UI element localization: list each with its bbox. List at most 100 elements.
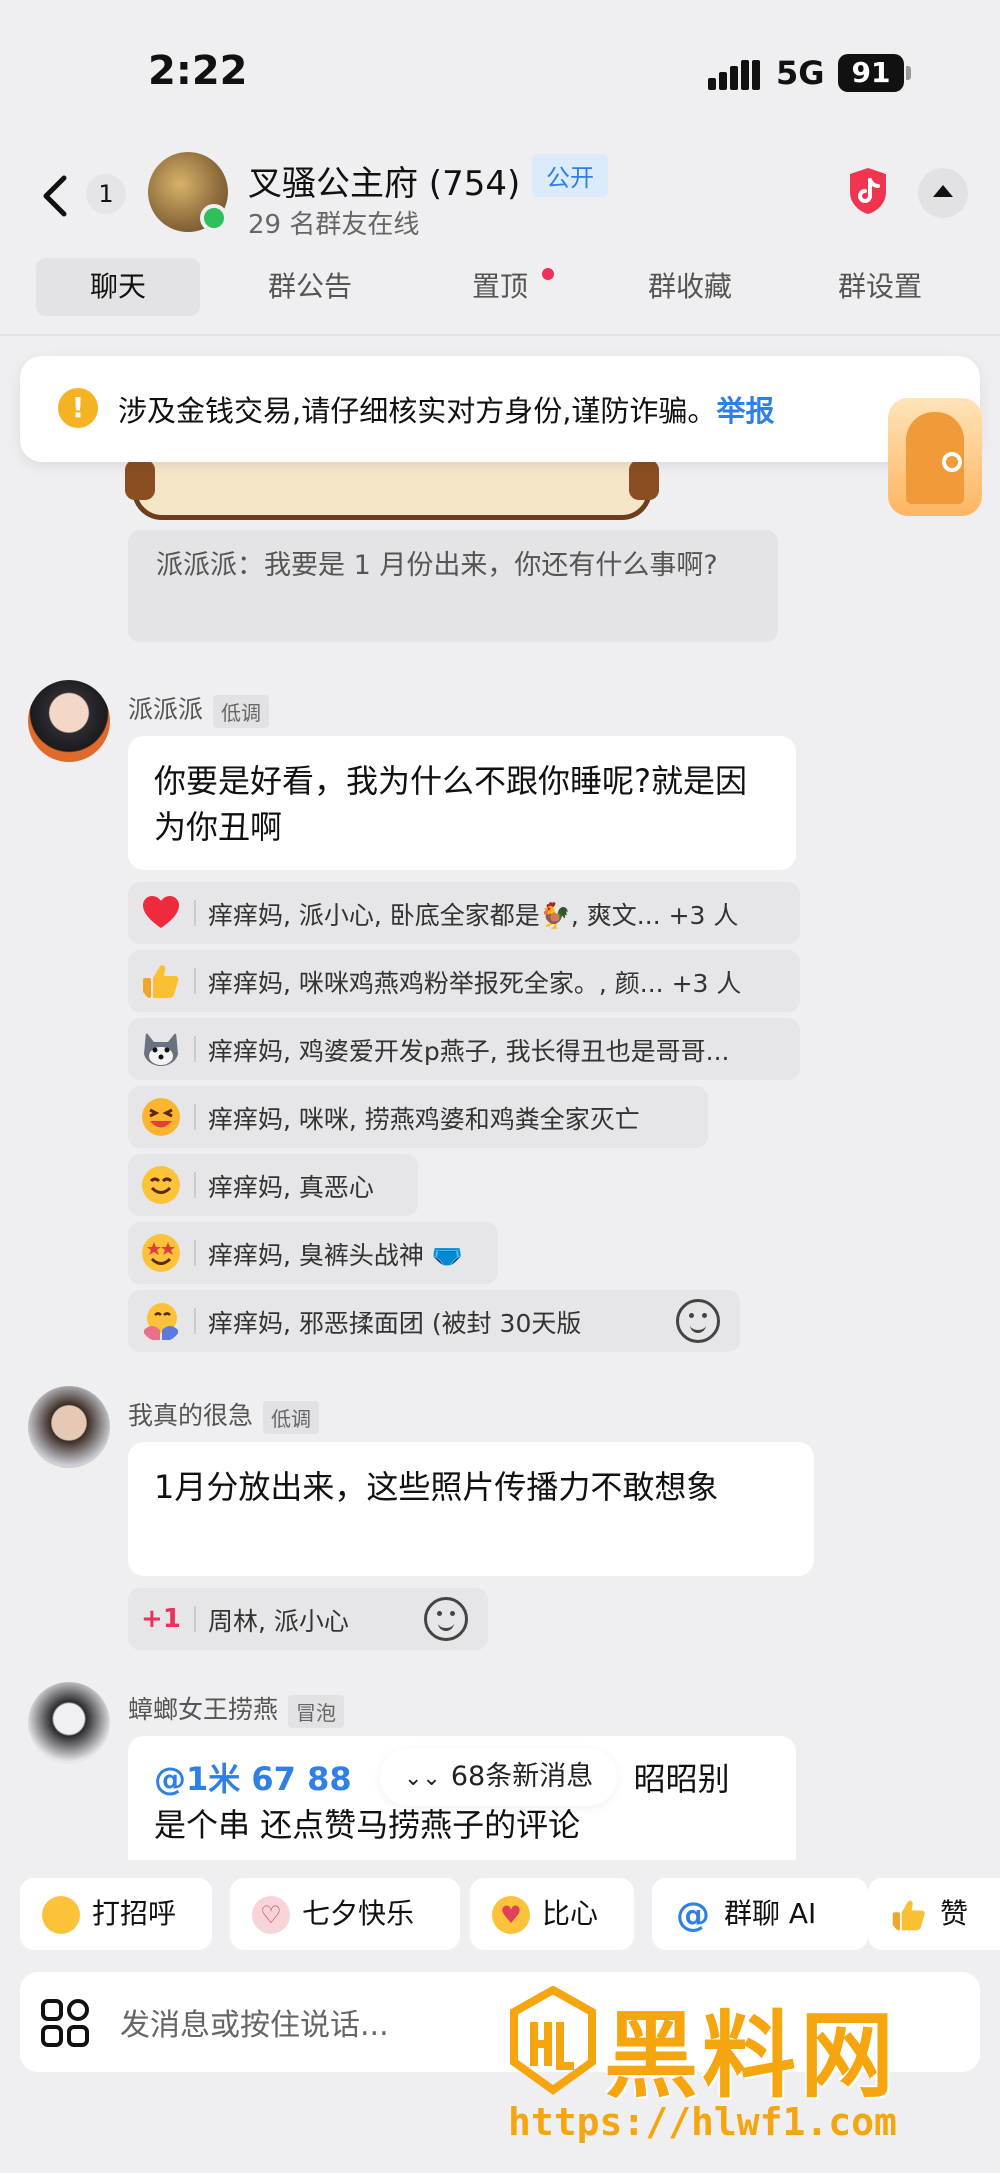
avatar[interactable] xyxy=(28,1386,110,1468)
chip-label: 七夕快乐 xyxy=(302,1897,415,1930)
avatar[interactable] xyxy=(28,680,110,762)
visibility-badge: 公开 xyxy=(532,154,608,197)
husky-icon xyxy=(144,1032,178,1066)
group-title[interactable]: 叉骚公主府 (754) xyxy=(248,156,520,205)
quick-action-like[interactable]: 赞 xyxy=(868,1878,1000,1950)
sender-name[interactable]: 蟑螂女王捞燕 冒泡 xyxy=(128,1690,345,1728)
finger-heart-icon: ♥ xyxy=(492,1896,530,1934)
quick-action-qixi[interactable]: ♡ 七夕快乐 xyxy=(230,1878,460,1950)
wave-hand-icon xyxy=(42,1896,80,1934)
separator xyxy=(194,1104,196,1130)
status-time: 2:22 xyxy=(148,48,248,94)
online-count: 29 名群友在线 xyxy=(248,210,420,240)
watermark: 黑料网 https://hlwf1.com xyxy=(508,1986,978,2144)
reaction-row[interactable]: +1 周林, 派小心 xyxy=(128,1588,488,1650)
thumbs-up-icon xyxy=(143,965,179,998)
chip-label: 打招呼 xyxy=(92,1897,177,1930)
sender-name[interactable]: 我真的很急 低调 xyxy=(128,1396,320,1434)
quick-action-heart[interactable]: ♥ 比心 xyxy=(470,1878,634,1950)
warning-text: 涉及金钱交易,请仔细核实对方身份,谨防诈骗。举报 xyxy=(118,388,774,430)
new-messages-label: 68条新消息 xyxy=(450,1761,594,1792)
plus-one-icon: +1 xyxy=(141,1604,181,1634)
separator xyxy=(194,1172,196,1198)
signal-icon xyxy=(708,60,760,90)
message-input-placeholder[interactable]: 发消息或按住说话... xyxy=(120,2000,389,2044)
member-level-tag: 低调 xyxy=(263,1400,320,1434)
door-knob xyxy=(942,452,962,472)
reaction-row[interactable]: 痒痒妈, 鸡婆爱开发p燕子, 我长得丑也是哥哥... xyxy=(128,1018,800,1080)
tab-pinned-label: 置顶 xyxy=(471,270,528,303)
tab-chat[interactable]: 聊天 xyxy=(36,258,200,316)
battery-icon: 91 xyxy=(838,54,904,92)
reaction-users: 痒痒妈, 鸡婆爱开发p燕子, 我长得丑也是哥哥... xyxy=(208,1037,730,1066)
separator xyxy=(194,1308,196,1334)
back-arrow-icon[interactable] xyxy=(36,166,76,226)
pinned-red-dot xyxy=(542,268,554,280)
watermark-logo-icon xyxy=(510,1986,596,2095)
add-reaction-icon[interactable] xyxy=(424,1597,468,1641)
reaction-row[interactable]: 痒痒妈, 臭裤头战神 🩲 xyxy=(128,1222,498,1284)
battery-tip xyxy=(906,66,911,80)
chip-label: 群聊 AI xyxy=(724,1897,817,1930)
mention-link[interactable]: @1米 67 88 xyxy=(154,1760,352,1798)
douyin-shield-icon[interactable] xyxy=(846,166,890,216)
door-shape xyxy=(906,412,964,504)
tab-announcement[interactable]: 群公告 xyxy=(240,258,380,316)
message-bubble[interactable]: 1月分放出来，这些照片传播力不敢想象 xyxy=(128,1442,814,1576)
online-status-dot xyxy=(200,204,228,232)
tab-bar: 聊天 群公告 置顶 群收藏 群设置 xyxy=(0,258,1000,322)
reaction-users: 痒痒妈, 咪咪, 捞燕鸡婆和鸡粪全家灭亡 xyxy=(208,1105,640,1134)
reaction-users: 痒痒妈, 派小心, 卧底全家都是🐓, 爽文... +3 人 xyxy=(208,901,739,930)
reaction-users: 痒痒妈, 咪咪鸡燕鸡粉举报死全家。, 颜... +3 人 xyxy=(208,969,742,998)
message-line-2: 是个串 还点赞马捞燕子的评论 xyxy=(154,1806,581,1844)
apps-grid-icon[interactable] xyxy=(40,1998,90,2048)
reaction-row[interactable]: 痒痒妈, 咪咪, 捞燕鸡婆和鸡粪全家灭亡 xyxy=(128,1086,708,1148)
reaction-row[interactable]: 痒痒妈, 邪恶揉面团 (被封 30天版 xyxy=(128,1290,740,1352)
tab-settings[interactable]: 群设置 xyxy=(810,258,950,316)
reaction-users: 周林, 派小心 xyxy=(208,1607,349,1636)
message-text: 、昭昭别 xyxy=(601,1760,730,1798)
fraud-warning-banner: ! 涉及金钱交易,请仔细核实对方身份,谨防诈骗。举报 xyxy=(20,356,980,462)
sender-name-text: 我真的很急 xyxy=(128,1401,254,1430)
network-type: 5G xyxy=(776,54,825,92)
heart-icon xyxy=(143,896,179,928)
star-eyes-face-icon xyxy=(142,1234,180,1272)
separator xyxy=(194,1036,196,1062)
unread-count-badge[interactable]: 1 xyxy=(86,174,126,214)
thumbs-up-icon xyxy=(892,1900,925,1931)
qixi-hands-icon: ♡ xyxy=(252,1896,290,1934)
avatar[interactable] xyxy=(28,1682,110,1764)
tab-pinned[interactable]: 置顶 xyxy=(460,258,554,316)
member-level-tag: 低调 xyxy=(213,694,270,728)
message-bubble[interactable]: 你要是好看，我为什么不跟你睡呢?就是因为你丑啊 xyxy=(128,736,796,870)
reaction-users: 痒痒妈, 邪恶揉面团 (被封 30天版 xyxy=(208,1309,582,1338)
at-sign-icon: @ xyxy=(676,1895,710,1935)
quick-action-greet[interactable]: 打招呼 xyxy=(20,1878,212,1950)
warning-message: 涉及金钱交易,请仔细核实对方身份,谨防诈骗。 xyxy=(118,394,717,428)
reaction-users: 痒痒妈, 真恶心 xyxy=(208,1173,374,1202)
warning-icon: ! xyxy=(58,388,98,428)
reaction-row[interactable]: 痒痒妈, 派小心, 卧底全家都是🐓, 爽文... +3 人 xyxy=(128,882,800,944)
watermark-title: 黑料网 xyxy=(604,2002,899,2111)
sender-name[interactable]: 派派派 低调 xyxy=(128,690,270,728)
reaction-row[interactable]: 痒痒妈, 真恶心 xyxy=(128,1154,418,1216)
report-link[interactable]: 举报 xyxy=(716,394,774,428)
chat-header: 1 叉骚公主府 (754) 公开 29 名群友在线 xyxy=(0,140,1000,260)
sender-name-text: 派派派 xyxy=(128,695,204,724)
tab-favorites[interactable]: 群收藏 xyxy=(620,258,760,316)
watermark-url: https://hlwf1.com xyxy=(508,2100,897,2144)
double-chevron-down-icon: ⌄⌄ xyxy=(404,1766,441,1791)
status-bar: 2:22 5G 91 xyxy=(0,0,1000,140)
header-divider xyxy=(0,334,1000,336)
door-float-icon[interactable] xyxy=(888,398,982,516)
quick-action-ai[interactable]: @ 群聊 AI xyxy=(652,1878,868,1950)
separator xyxy=(194,900,196,926)
sticker-dog-ear xyxy=(125,460,155,500)
collapse-button[interactable] xyxy=(918,168,968,218)
hugging-face-icon xyxy=(144,1303,178,1340)
sticker-dog-ear xyxy=(629,460,659,500)
add-reaction-icon[interactable] xyxy=(676,1299,720,1343)
quoted-message[interactable]: 派派派：我要是 1 月份出来，你还有什么事啊? xyxy=(128,530,778,642)
new-messages-pill[interactable]: ⌄⌄ 68条新消息 xyxy=(380,1748,618,1806)
reaction-row[interactable]: 痒痒妈, 咪咪鸡燕鸡粉举报死全家。, 颜... +3 人 xyxy=(128,950,800,1012)
